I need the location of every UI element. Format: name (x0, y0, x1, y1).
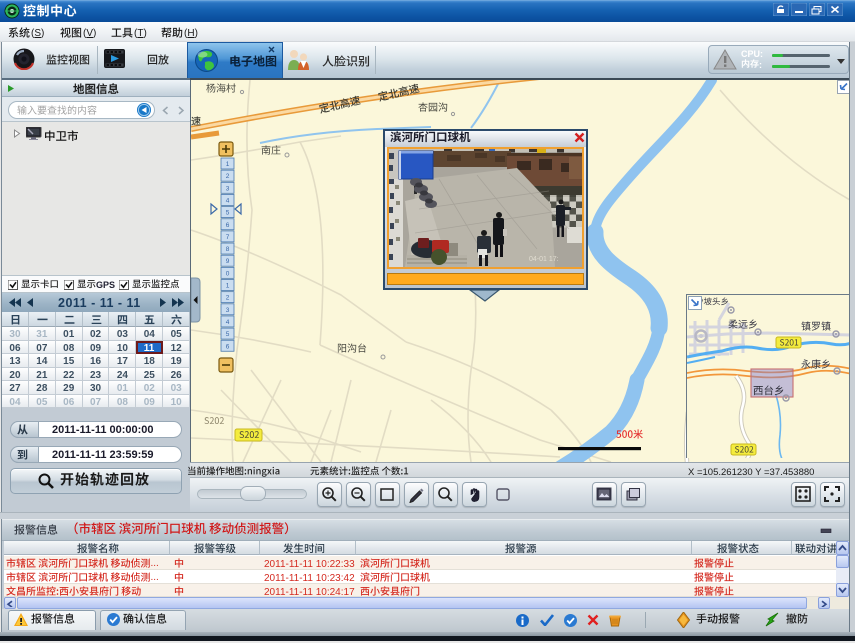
svg-text:4: 4 (226, 197, 230, 204)
svg-text:3: 3 (226, 185, 230, 192)
svg-text:7: 7 (226, 234, 230, 241)
svg-text:1: 1 (226, 161, 230, 168)
svg-text:6: 6 (226, 222, 230, 229)
svg-text:04-01 17:: 04-01 17: (529, 256, 559, 263)
svg-text:5: 5 (226, 210, 230, 217)
svg-text:4: 4 (226, 319, 230, 326)
svg-text:6: 6 (226, 343, 230, 350)
svg-text:2: 2 (226, 173, 230, 180)
svg-text:1: 1 (226, 283, 230, 290)
svg-text:9: 9 (226, 258, 230, 265)
svg-text:5: 5 (226, 331, 230, 338)
svg-text:3: 3 (226, 307, 230, 314)
svg-text:2: 2 (226, 295, 230, 302)
svg-text:8: 8 (226, 246, 230, 253)
svg-text:0: 0 (226, 270, 230, 277)
